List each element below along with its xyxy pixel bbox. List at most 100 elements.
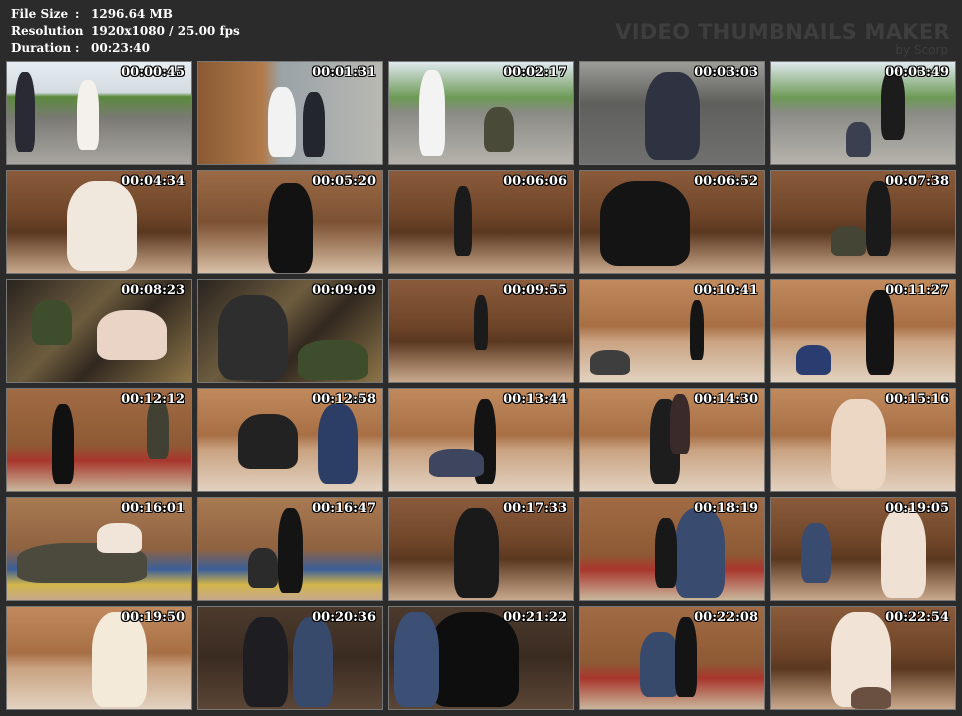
person-figure [429, 449, 484, 477]
video-thumbnail: 00:22:08 [579, 606, 765, 710]
video-thumbnail: 00:16:01 [6, 497, 192, 601]
person-figure [77, 80, 99, 150]
video-thumbnail: 00:15:16 [770, 388, 956, 492]
file-size-value: 1296.64 MB [91, 7, 173, 21]
timestamp-label: 00:06:06 [503, 174, 567, 189]
video-thumbnail: 00:02:17 [388, 61, 574, 165]
separator: : [75, 41, 80, 55]
video-thumbnail: 00:03:03 [579, 61, 765, 165]
person-figure [484, 107, 514, 152]
timestamp-label: 00:02:17 [503, 65, 567, 80]
person-figure [293, 617, 333, 707]
timestamp-label: 00:04:34 [121, 174, 185, 189]
video-thumbnail: 00:18:19 [579, 497, 765, 601]
video-thumbnail: 00:11:27 [770, 279, 956, 383]
timestamp-label: 00:10:41 [694, 283, 758, 298]
video-thumbnail: 00:10:41 [579, 279, 765, 383]
video-thumbnail: 00:08:23 [6, 279, 192, 383]
video-thumbnail: 00:22:54 [770, 606, 956, 710]
person-figure [278, 508, 303, 593]
brand-watermark: VIDEO THUMBNAILS MAKER by Scorp [615, 20, 950, 56]
video-thumbnail: 00:19:05 [770, 497, 956, 601]
timestamp-label: 00:12:58 [312, 392, 376, 407]
person-figure [147, 399, 169, 459]
thumbnail-grid: 00:00:45 00:01:31 00:02:17 00:03:03 00:03:49… [6, 61, 956, 710]
person-figure [238, 414, 298, 469]
video-thumbnail: 00:09:09 [197, 279, 383, 383]
video-thumbnail: 00:06:06 [388, 170, 574, 274]
person-figure [801, 523, 831, 583]
person-figure [690, 300, 704, 360]
person-figure [675, 508, 725, 598]
separator: : [75, 7, 80, 21]
separator: : [75, 24, 80, 38]
video-thumbnail: 00:05:20 [197, 170, 383, 274]
brand-subtitle: by Scorp [895, 43, 948, 57]
timestamp-label: 00:07:38 [885, 174, 949, 189]
person-figure [92, 612, 147, 707]
resolution-row: Resolution : 1920x1080 / 25.00 fps [11, 23, 240, 40]
person-figure [97, 310, 167, 360]
person-figure [831, 226, 866, 256]
person-figure [298, 340, 368, 380]
timestamp-label: 00:11:27 [885, 283, 949, 298]
video-thumbnail: 00:07:38 [770, 170, 956, 274]
timestamp-label: 00:15:16 [885, 392, 949, 407]
person-figure [866, 181, 891, 256]
brand-title: VIDEO THUMBNAILS MAKER [615, 20, 950, 44]
person-figure [429, 612, 519, 707]
person-figure [881, 508, 926, 598]
file-info-panel: File Size : 1296.64 MB Resolution : 1920… [11, 6, 240, 57]
video-thumbnail: 00:01:31 [197, 61, 383, 165]
timestamp-label: 00:19:05 [885, 501, 949, 516]
resolution-value: 1920x1080 / 25.00 fps [91, 24, 240, 38]
person-figure [600, 181, 690, 266]
timestamp-label: 00:08:23 [121, 283, 185, 298]
person-figure [243, 617, 288, 707]
timestamp-label: 00:22:08 [694, 610, 758, 625]
person-figure [67, 181, 137, 271]
person-figure [15, 72, 35, 152]
video-thumbnail: 00:00:45 [6, 61, 192, 165]
person-figure [52, 404, 74, 484]
timestamp-label: 00:20:36 [312, 610, 376, 625]
timestamp-label: 00:13:44 [503, 392, 567, 407]
timestamp-label: 00:18:19 [694, 501, 758, 516]
timestamp-label: 00:21:22 [503, 610, 567, 625]
person-figure [268, 183, 313, 273]
timestamp-label: 00:12:12 [121, 392, 185, 407]
file-size-row: File Size : 1296.64 MB [11, 6, 240, 23]
video-thumbnail: 00:04:34 [6, 170, 192, 274]
timestamp-label: 00:03:49 [885, 65, 949, 80]
person-figure [846, 122, 871, 157]
person-figure [796, 345, 831, 375]
duration-row: Duration : 00:23:40 [11, 40, 240, 57]
person-figure [851, 687, 891, 709]
timestamp-label: 00:05:20 [312, 174, 376, 189]
timestamp-label: 00:22:54 [885, 610, 949, 625]
person-figure [268, 87, 296, 157]
person-figure [454, 508, 499, 598]
video-thumbnail: 00:17:33 [388, 497, 574, 601]
person-figure [303, 92, 325, 157]
person-figure [866, 290, 894, 375]
timestamp-label: 00:09:09 [312, 283, 376, 298]
file-size-label: File Size [11, 7, 69, 21]
video-thumbnail: 00:03:49 [770, 61, 956, 165]
duration-value: 00:23:40 [91, 41, 150, 55]
video-thumbnail: 00:12:58 [197, 388, 383, 492]
person-figure [394, 612, 439, 707]
timestamp-label: 00:19:50 [121, 610, 185, 625]
video-thumbnail: 00:09:55 [388, 279, 574, 383]
person-figure [590, 350, 630, 375]
person-figure [640, 632, 680, 697]
person-figure [474, 295, 488, 350]
video-thumbnail: 00:16:47 [197, 497, 383, 601]
duration-label: Duration [11, 41, 72, 55]
person-figure [645, 72, 700, 160]
video-thumbnail: 00:21:22 [388, 606, 574, 710]
person-figure [881, 70, 905, 140]
person-figure [419, 70, 445, 156]
video-thumbnail: 00:14:30 [579, 388, 765, 492]
person-figure [318, 404, 358, 484]
